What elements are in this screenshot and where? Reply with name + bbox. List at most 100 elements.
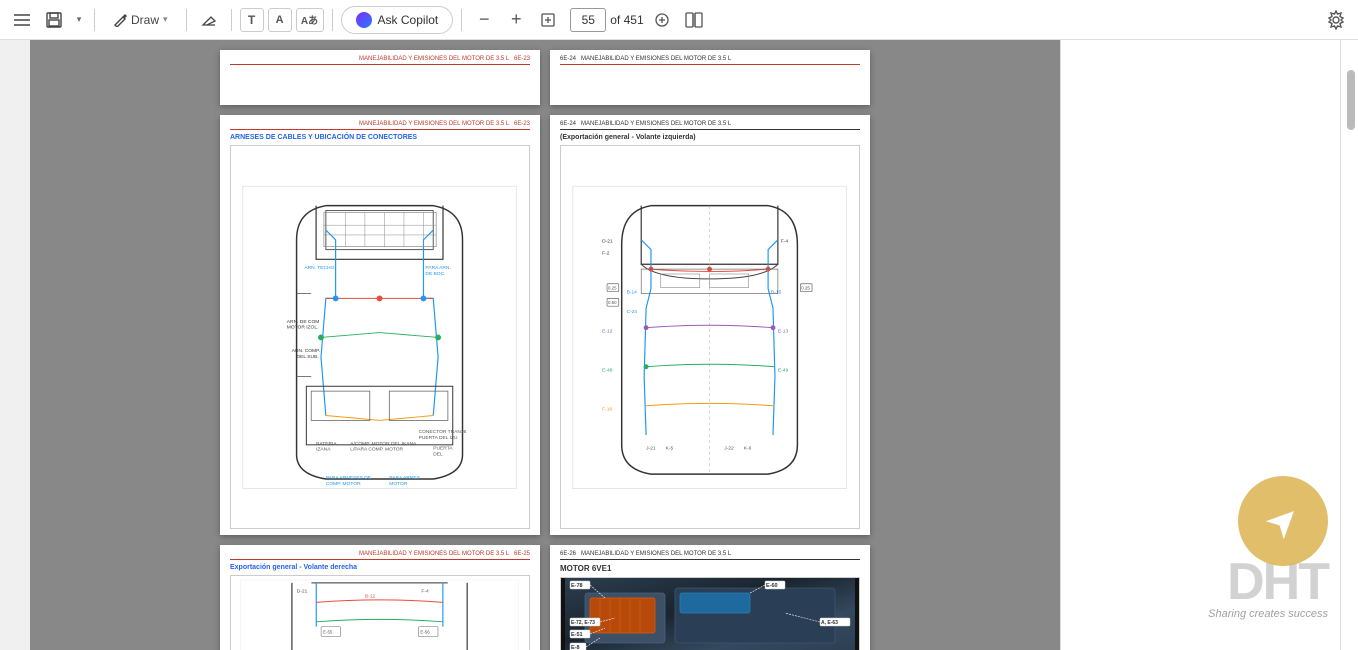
toolbar: ▾ Draw ▾ T A Aあ Ask Copilot − +	[0, 0, 1358, 40]
draw-button[interactable]: Draw ▾	[103, 6, 178, 34]
svg-text:F-2: F-2	[603, 250, 611, 256]
svg-text:CONECTOR TRAN36: CONECTOR TRAN36	[419, 429, 467, 435]
page-header-bot-right: 6E-26 MANEJABILIDAD Y EMISIONES DEL MOTO…	[560, 551, 860, 560]
page-tile-mid-left: MANEJABILIDAD Y EMISIONES DEL MOTOR DE 3…	[220, 115, 540, 535]
svg-text:PUERTA DEL IZU: PUERTA DEL IZU	[419, 435, 458, 441]
svg-text:BATERIA: BATERIA	[317, 440, 338, 446]
text-icon[interactable]: T	[240, 8, 264, 32]
ask-copilot-button[interactable]: Ask Copilot	[341, 6, 454, 34]
svg-text:DEL: DEL	[434, 451, 444, 457]
scrollbar[interactable]	[1340, 40, 1358, 650]
page-header-bot-left: MANEJABILIDAD Y EMISIONES DEL MOTOR DE 3…	[230, 551, 530, 560]
page-header-mid-left: MANEJABILIDAD Y EMISIONES DEL MOTOR DE 3…	[230, 121, 530, 130]
ask-copilot-label: Ask Copilot	[378, 13, 439, 27]
svg-text:B-14: B-14	[627, 289, 638, 295]
svg-text:E-12: E-12	[603, 328, 614, 334]
section-title-mid-left: ARNESES DE CABLES Y UBICACIÓN DE CONECTO…	[230, 134, 530, 141]
zoom-out-button[interactable]: −	[470, 6, 498, 34]
svg-text:MOTOR: MOTOR	[390, 480, 409, 486]
page-header-top-left: MANEJABILIDAD Y EMISIONES DEL MOTOR DE 3…	[230, 56, 530, 65]
svg-text:DE BOC.: DE BOC.	[426, 271, 446, 277]
page-row-top: MANEJABILIDAD Y EMISIONES DEL MOTOR DE 3…	[50, 50, 1040, 105]
separator-3	[231, 9, 232, 31]
page-tile-top-left: MANEJABILIDAD Y EMISIONES DEL MOTOR DE 3…	[220, 50, 540, 105]
svg-text:ARN. DE COM: ARN. DE COM	[287, 318, 320, 324]
page-number-input[interactable]	[570, 8, 606, 32]
svg-text:E-48: E-48	[603, 367, 614, 373]
svg-text:PARA ARNESES DE: PARA ARNESES DE	[326, 475, 372, 481]
page-navigation: of 451	[570, 8, 643, 32]
svg-text:K-5: K-5	[666, 445, 674, 451]
main-content: MANEJABILIDAD Y EMISIONES DEL MOTOR DE 3…	[0, 40, 1358, 650]
svg-text:PUERTA: PUERTA	[434, 445, 454, 451]
right-panel	[1060, 40, 1340, 650]
page-row-mid: MANEJABILIDAD Y EMISIONES DEL MOTOR DE 3…	[50, 115, 1040, 535]
svg-text:COMP. MOTOR: COMP. MOTOR	[326, 480, 361, 486]
svg-text:0.50: 0.50	[608, 300, 617, 305]
zoom-icon[interactable]	[648, 6, 676, 34]
separator-4	[332, 9, 333, 31]
save-icon[interactable]	[40, 6, 68, 34]
book-icon[interactable]	[680, 6, 708, 34]
svg-text:E-60: E-60	[766, 583, 778, 589]
svg-text:A, E-63: A, E-63	[821, 620, 838, 626]
svg-text:F-16: F-16	[603, 406, 613, 412]
section-title-bot-right: MOTOR 6VE1	[560, 564, 860, 573]
svg-text:E-51: E-51	[571, 632, 583, 638]
page-tile-bot-right: 6E-26 MANEJABILIDAD Y EMISIONES DEL MOTO…	[550, 545, 870, 650]
fit-page-icon[interactable]	[534, 6, 562, 34]
svg-text:PARA ARNES: PARA ARNES	[390, 475, 421, 481]
diagram-wiring-right: D-21 F-2 F-4 B-14 C-24 B-15 E-12 E-48 F-…	[560, 145, 860, 529]
svg-text:E-78: E-78	[571, 583, 583, 589]
settings-icon[interactable]	[1322, 6, 1350, 34]
page-row-bottom: MANEJABILIDAD Y EMISIONES DEL MOTOR DE 3…	[50, 545, 1040, 650]
zoom-in-button[interactable]: +	[502, 6, 530, 34]
save-dropdown-icon[interactable]: ▾	[72, 6, 86, 34]
svg-text:B-12: B-12	[365, 594, 376, 600]
svg-text:ARN. COMP.: ARN. COMP.	[292, 348, 320, 354]
page-tile-top-right: 6E-24 MANEJABILIDAD Y EMISIONES DEL MOTO…	[550, 50, 870, 105]
diagram-wiring-left: ARN. TECHO PARA ARN. DE BOC. ARN. DE COM…	[230, 145, 530, 529]
svg-text:E-8: E-8	[571, 645, 580, 650]
svg-text:E-56: E-56	[421, 630, 431, 635]
section-title-mid-right: (Exportación general - Volante izquierda…	[560, 134, 860, 141]
svg-text:MOTOR IZOL.: MOTOR IZOL.	[287, 324, 319, 330]
pdf-viewer[interactable]: MANEJABILIDAD Y EMISIONES DEL MOTOR DE 3…	[30, 40, 1060, 650]
svg-text:B-15: B-15	[771, 289, 782, 295]
draw-chevron: ▾	[163, 14, 168, 25]
svg-text:E-13: E-13	[778, 328, 789, 334]
text2-icon[interactable]: A	[268, 8, 292, 32]
separator-1	[94, 9, 95, 31]
page-header-top-right: 6E-24 MANEJABILIDAD Y EMISIONES DEL MOTO…	[560, 56, 860, 65]
svg-text:D-21: D-21	[603, 238, 614, 244]
copilot-icon	[356, 12, 372, 28]
svg-text:PARA ARN.: PARA ARN.	[426, 265, 451, 271]
scrollbar-thumb[interactable]	[1347, 70, 1355, 130]
page-tile-mid-right: 6E-24 MANEJABILIDAD Y EMISIONES DEL MOTO…	[550, 115, 870, 535]
svg-text:IZANA: IZANA	[317, 446, 332, 452]
page-header-mid-right: 6E-24 MANEJABILIDAD Y EMISIONES DEL MOTO…	[560, 121, 860, 130]
svg-text:0.25: 0.25	[608, 285, 617, 290]
svg-text:C-24: C-24	[627, 309, 638, 315]
diagram-engine: E-78 E-60 E-72, E-73 E-51 E-8 A, E-63	[560, 577, 860, 650]
svg-text:E-49: E-49	[778, 367, 789, 373]
svg-text:DEL SUB.: DEL SUB.	[297, 353, 319, 359]
svg-text:D-21: D-21	[297, 589, 308, 595]
svg-text:A/COMP. MOTOR DEL IKANA: A/COMP. MOTOR DEL IKANA	[351, 440, 418, 446]
svg-text:E-55: E-55	[324, 630, 334, 635]
separator-2	[186, 9, 187, 31]
section-title-bot-left: Exportación general - Volante derecha	[230, 564, 530, 571]
svg-text:J-22: J-22	[725, 445, 735, 451]
aa-icon[interactable]: Aあ	[296, 8, 324, 32]
svg-text:F-4: F-4	[781, 238, 789, 244]
svg-text:K-6: K-6	[744, 445, 752, 451]
svg-text:0.25: 0.25	[802, 285, 811, 290]
eraser-icon[interactable]	[195, 6, 223, 34]
svg-text:J-21: J-21	[647, 445, 657, 451]
total-pages: of 451	[610, 13, 643, 27]
svg-text:L/PARA COMP. MOTOR: L/PARA COMP. MOTOR	[351, 446, 404, 452]
svg-text:ARN. TECHO: ARN. TECHO	[305, 265, 335, 271]
separator-5	[461, 9, 462, 31]
page-tile-bot-left: MANEJABILIDAD Y EMISIONES DEL MOTOR DE 3…	[220, 545, 540, 650]
menu-icon[interactable]	[8, 6, 36, 34]
